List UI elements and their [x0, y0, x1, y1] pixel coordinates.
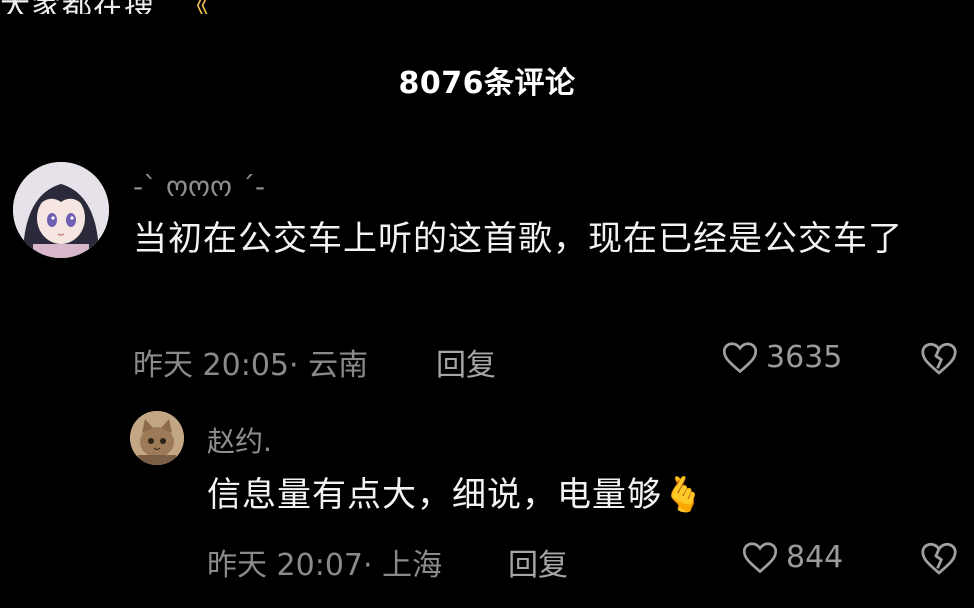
- comment-meta: 昨天 20:05· 云南: [133, 340, 368, 384]
- user-avatar[interactable]: [13, 162, 109, 258]
- comment-username[interactable]: -` ოოო ´-: [133, 170, 265, 203]
- reply-text-content: 信息量有点大，细说，电量够: [207, 475, 662, 515]
- cropped-text: 大家都在搜《: [0, 0, 212, 14]
- like-count: 3635: [766, 340, 843, 375]
- reply-location: · 上海: [363, 548, 443, 583]
- broken-heart-icon: [921, 542, 957, 575]
- heart-outline-icon: [722, 341, 758, 373]
- broken-heart-icon: [921, 342, 957, 375]
- dislike-button[interactable]: [920, 342, 958, 376]
- finger-heart-emoji: 🫰: [662, 475, 706, 515]
- reply-dislike-button[interactable]: [920, 542, 958, 576]
- comments-count-title: 8076条评论: [398, 66, 576, 101]
- comment-time: 昨天 20:05: [133, 348, 289, 383]
- cropped-top-strip: 大家都在搜《: [0, 0, 974, 14]
- reply-user-avatar[interactable]: [130, 411, 184, 465]
- comment-text: 当初在公交车上听的这首歌，现在已经是公交车了: [133, 219, 903, 259]
- reply-like-count: 844: [786, 540, 844, 575]
- reply-meta: 昨天 20:07· 上海: [207, 540, 442, 584]
- comment-location: · 云南: [289, 348, 369, 383]
- reply-like-button[interactable]: 844: [742, 540, 843, 575]
- reply-reply-button[interactable]: 回复: [508, 540, 568, 584]
- reply-text: 信息量有点大，细说，电量够🫰: [207, 470, 927, 520]
- like-button[interactable]: 3635: [722, 340, 842, 375]
- anime-girl-avatar-icon: [13, 162, 109, 258]
- reply-button[interactable]: 回复: [436, 340, 496, 384]
- cat-avatar-icon: [130, 411, 184, 465]
- reply-username[interactable]: 赵约.: [207, 420, 272, 460]
- reply-time: 昨天 20:07: [207, 548, 363, 583]
- heart-outline-icon: [742, 541, 778, 573]
